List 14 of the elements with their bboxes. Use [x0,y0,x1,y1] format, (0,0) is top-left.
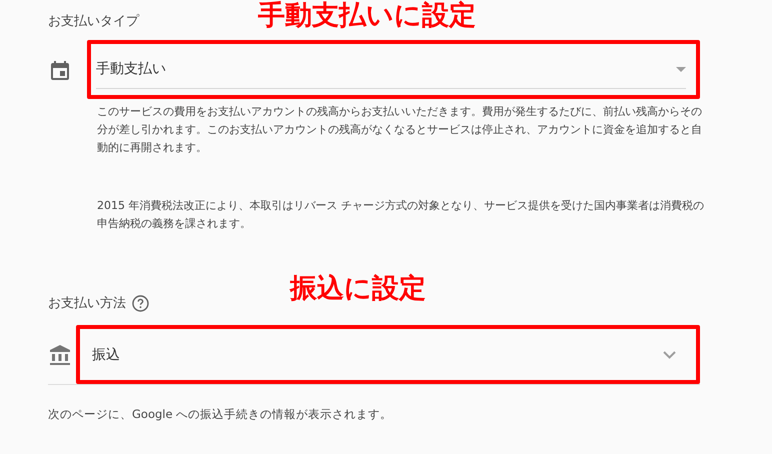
payment-dropdown[interactable]: 振込 [92,329,676,380]
annotation-text: 手動支払いに設定 [258,2,476,29]
section-label: お支払い方法 [48,295,126,312]
chevron-down-icon [663,350,676,358]
section-label: お支払いタイプ [48,13,139,30]
annotation-text: 振込に設定 [290,275,426,302]
dropdown-arrow-icon [676,66,686,72]
bank-icon [49,344,71,366]
help-icon[interactable] [132,294,149,312]
calendar-icon [51,60,69,80]
payment-dropdown[interactable]: 手動支払い [96,50,686,89]
description-text: このサービスの費用をお支払いアカウントの残高からお支払いいただきます。費用が発生するたびに、前払い残高からその分が差し引かれます。このお支払いアカウントの残高がなくなるとサービスは停止され、アカウントに資金を追加すると自動的に再開されます。 [97,104,703,156]
footer-note: 次のページに、Google への振込手続きの情報が表示されます。 [48,407,394,422]
description-text: 2015 年消費税法改正により、本取引はリバース チャージ方式の対象となり、サービス提供を受けた国内事業者は消費税の申告納税の義務を課されます。 [97,198,705,232]
